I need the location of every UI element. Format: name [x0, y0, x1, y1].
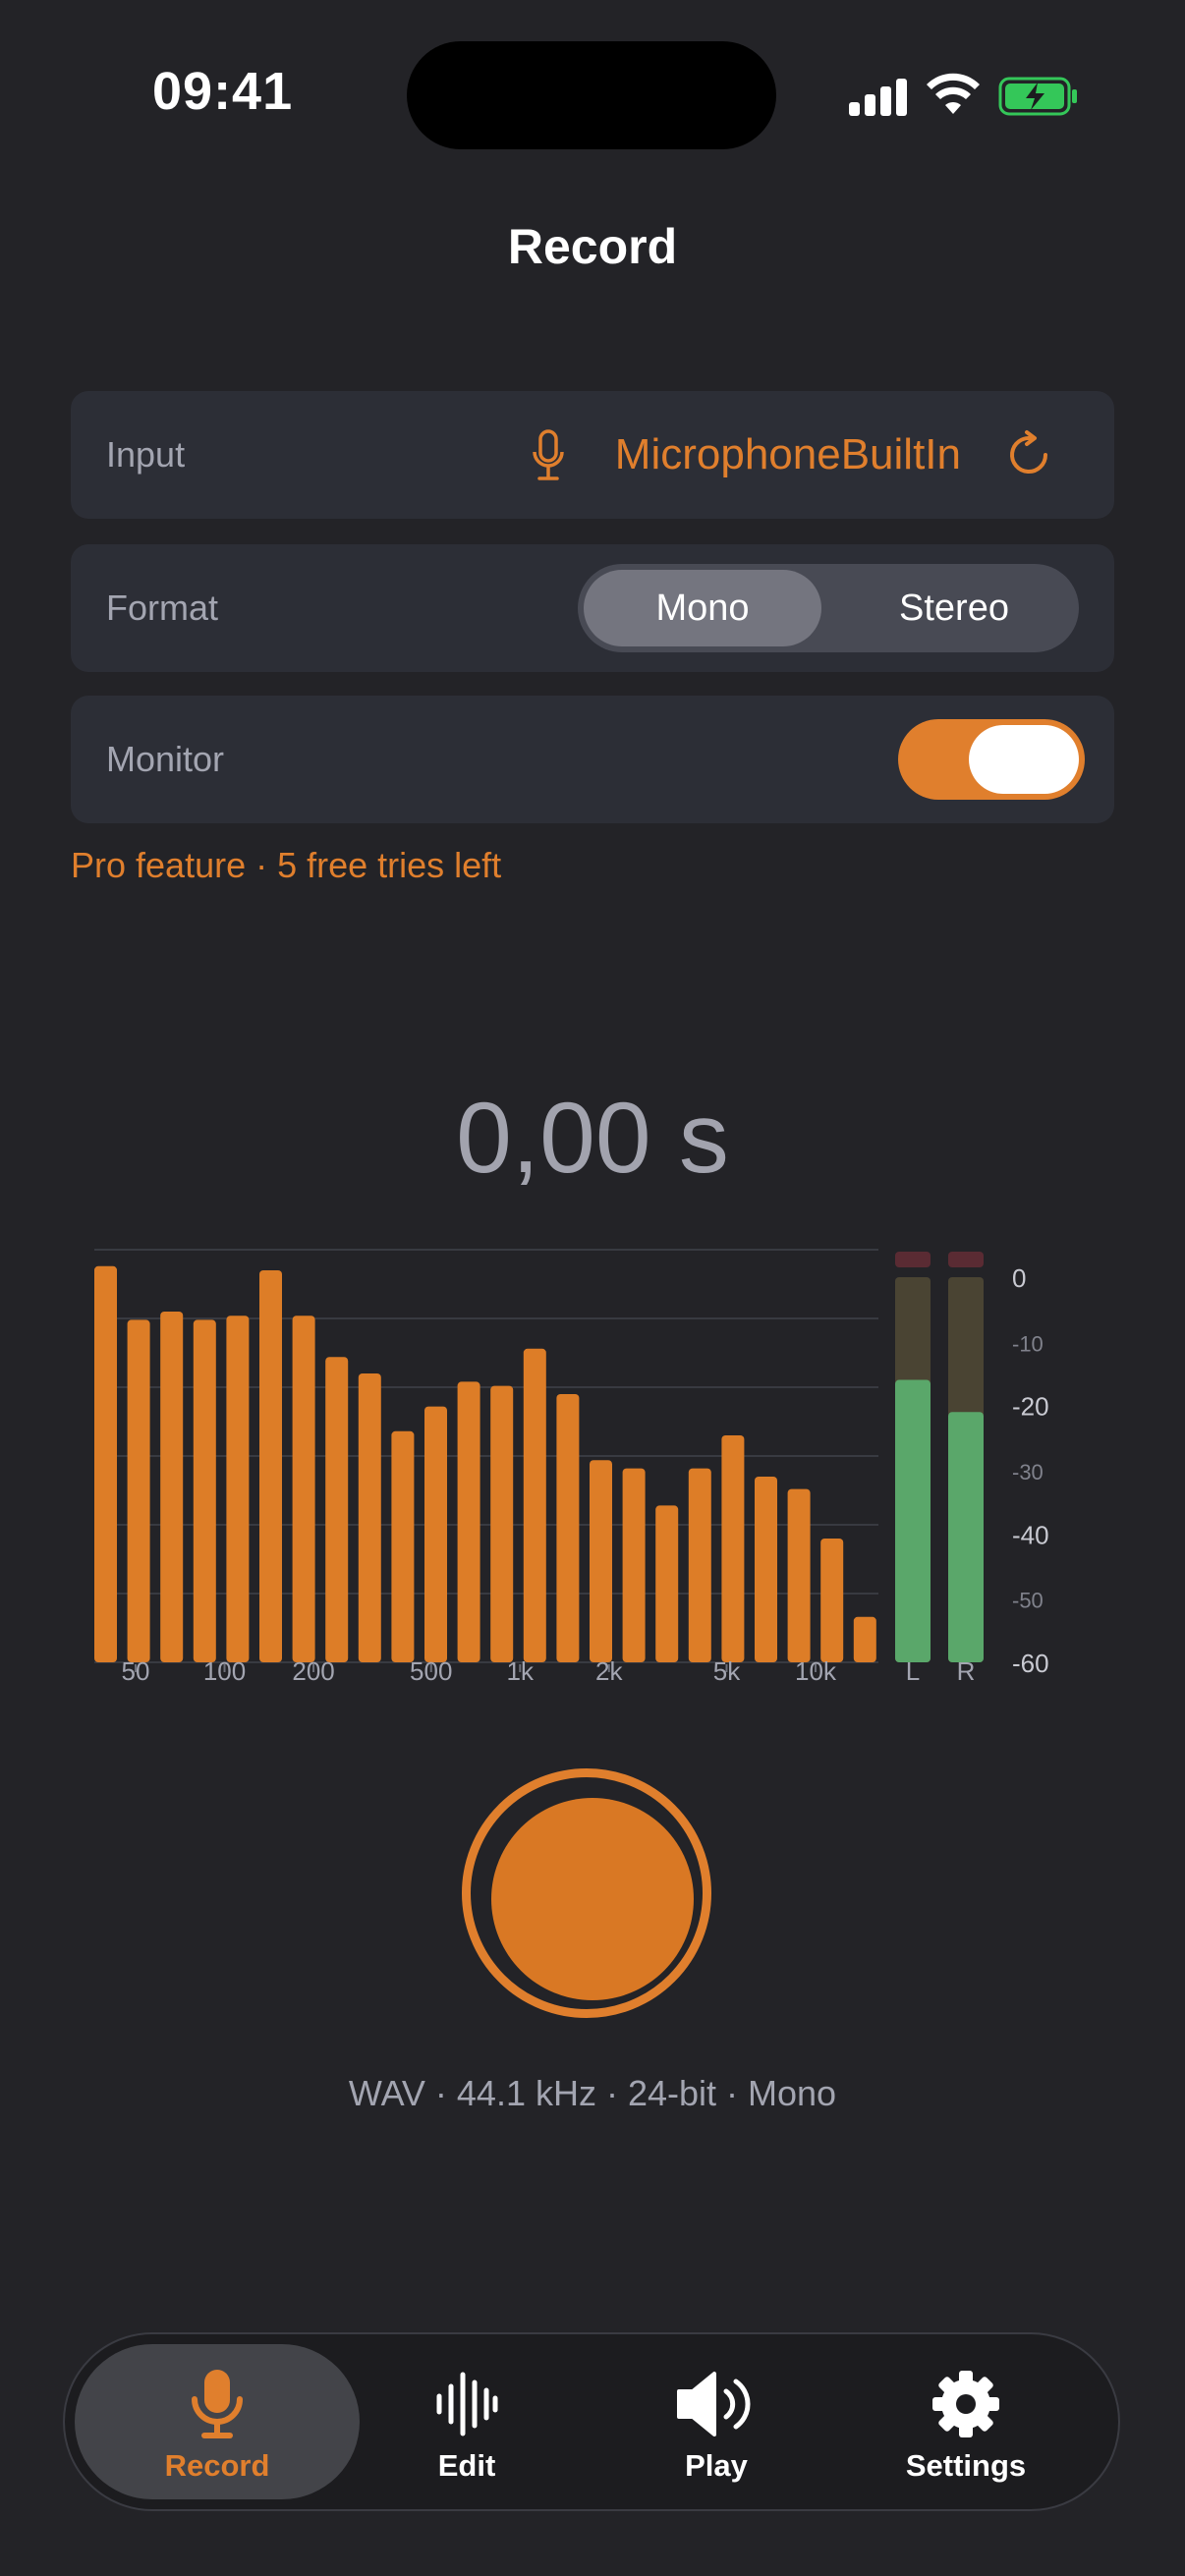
freq-label: 1k [507, 1656, 535, 1686]
spectrum-bar [590, 1460, 612, 1662]
spectrum-bar [721, 1435, 745, 1662]
wifi-icon [927, 73, 980, 114]
freq-label: 2k [595, 1656, 623, 1686]
record-button[interactable] [491, 1798, 694, 2000]
spectrum-bar [226, 1316, 250, 1662]
spectrum-bar [358, 1373, 381, 1662]
toggle-knob [969, 725, 1079, 794]
freq-label: 50 [122, 1656, 150, 1686]
spectrum-bar [457, 1381, 480, 1662]
freq-label: 200 [292, 1656, 334, 1686]
format-option-mono[interactable]: Mono [584, 570, 821, 646]
meter-channel-label: L [906, 1656, 920, 1686]
spectrum-bar [127, 1319, 150, 1662]
level-meter-r [948, 1412, 984, 1662]
freq-label: 10k [795, 1656, 837, 1686]
format-row: Format Mono Stereo [71, 544, 1114, 672]
db-scale-label: -20 [1012, 1392, 1049, 1422]
mic-icon [192, 2370, 243, 2438]
clip-indicator [895, 1252, 931, 1267]
monitor-toggle[interactable] [898, 719, 1085, 800]
spectrum-bar [391, 1430, 415, 1662]
spectrum-bar [160, 1312, 184, 1662]
monitor-label: Monitor [106, 739, 225, 779]
db-scale-label: 0 [1012, 1263, 1026, 1293]
db-scale-label: -10 [1012, 1331, 1044, 1356]
recording-format-info: WAV · 44.1 kHz · 24-bit · Mono [348, 2073, 837, 2113]
spectrum-bar [424, 1406, 447, 1662]
gear-icon [932, 2371, 999, 2437]
format-segmented-control[interactable]: Mono Stereo [578, 564, 1079, 652]
input-label: Input [106, 434, 186, 475]
spectrum-bar [688, 1468, 711, 1662]
spectrum-bar [490, 1385, 514, 1662]
db-scale-label: -40 [1012, 1520, 1049, 1549]
clip-indicator [948, 1252, 984, 1267]
tab-edit[interactable]: Edit [324, 2344, 609, 2499]
spectrum-bar [523, 1348, 546, 1662]
recording-timer: 0,00 s [456, 1082, 729, 1194]
spectrum-bar [755, 1477, 777, 1662]
speaker-icon [677, 2372, 751, 2436]
pro-feature-note: Pro feature · 5 free tries left [71, 845, 502, 885]
db-scale-label: -60 [1012, 1649, 1049, 1678]
cellular-signal-icon [849, 79, 908, 116]
spectrum-analyzer: 50 100 200 500 1k 2k 5k 10k L R 0 -10 -20 -30 -40 -50 -6… [94, 1249, 1049, 1686]
page-title: Record [507, 219, 678, 274]
tab-settings[interactable]: Settings [823, 2344, 1108, 2499]
spectrum-bar [820, 1539, 844, 1662]
tab-play[interactable]: Play [574, 2344, 859, 2499]
refresh-icon[interactable] [1002, 428, 1055, 481]
spectrum-bar [292, 1316, 315, 1662]
freq-label: 500 [410, 1656, 452, 1686]
tab-label: Edit [437, 2448, 496, 2483]
format-label: Format [106, 588, 219, 628]
tab-label: Play [685, 2448, 748, 2483]
db-scale-label: -30 [1012, 1460, 1044, 1484]
tab-record[interactable]: Record [75, 2344, 360, 2499]
spectrum-bar [94, 1265, 117, 1662]
spectrum-bar [622, 1468, 646, 1662]
input-device-value[interactable]: MicrophoneBuiltIn [615, 391, 961, 519]
battery-icon [998, 77, 1077, 116]
freq-label: 5k [713, 1656, 741, 1686]
spectrum-bar [325, 1357, 349, 1662]
spectrum-bar [556, 1394, 580, 1662]
waveform-icon [436, 2372, 498, 2436]
mic-icon [533, 429, 564, 480]
meter-channel-label: R [957, 1656, 976, 1686]
tab-label: Settings [905, 2448, 1027, 2483]
spectrum-bar [655, 1505, 679, 1662]
spectrum-bar [193, 1319, 216, 1662]
status-time: 09:41 [152, 62, 294, 121]
format-option-stereo[interactable]: Stereo [835, 570, 1073, 646]
monitor-row: Monitor [71, 696, 1114, 823]
spectrum-bar [259, 1270, 282, 1662]
freq-label: 100 [203, 1656, 246, 1686]
db-scale-label: -50 [1012, 1589, 1044, 1613]
input-row[interactable]: Input MicrophoneBuiltIn [71, 391, 1114, 519]
spectrum-bar [787, 1488, 811, 1662]
dynamic-island [407, 41, 776, 149]
level-meter-l [895, 1379, 931, 1662]
tab-label: Record [164, 2448, 270, 2483]
spectrum-bar [853, 1616, 876, 1662]
